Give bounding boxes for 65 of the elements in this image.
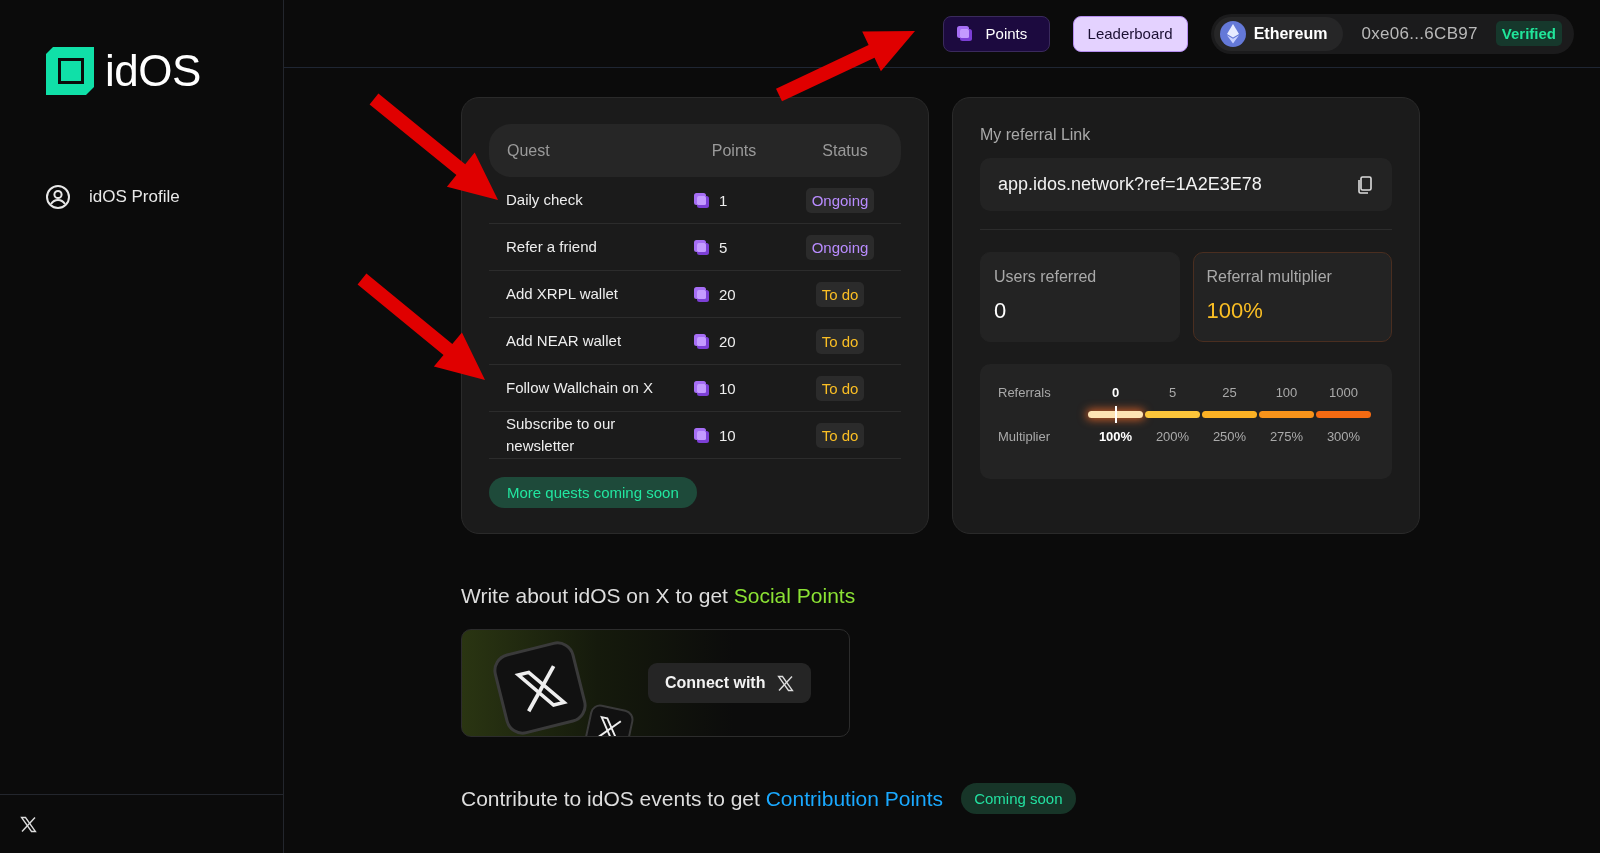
points-value: 1 bbox=[719, 191, 728, 209]
points-value: 20 bbox=[719, 332, 736, 350]
user-icon bbox=[45, 184, 71, 210]
cube-icon bbox=[955, 24, 974, 43]
tier-multiplier: 275% bbox=[1268, 428, 1305, 444]
tier-referrals: 25 bbox=[1221, 384, 1238, 400]
referral-link-field: app.idos.network?ref=1A2E3E78 bbox=[980, 158, 1392, 211]
status-badge: Ongoing bbox=[805, 234, 875, 260]
cube-icon bbox=[693, 379, 710, 397]
logo-icon bbox=[45, 46, 95, 96]
coming-soon-badge: Coming soon bbox=[961, 783, 1076, 814]
referral-link-label: My referral Link bbox=[980, 126, 1092, 144]
tier-multiplier: 300% bbox=[1325, 428, 1362, 444]
column-header: Quest bbox=[506, 141, 551, 160]
points-value: 20 bbox=[719, 285, 736, 303]
cube-icon bbox=[693, 238, 710, 256]
status-badge: To do bbox=[815, 281, 865, 307]
x-logo-icon[interactable] bbox=[20, 815, 37, 833]
contribution-points-heading: Contribute to idOS events to get Contribution Points bbox=[461, 786, 944, 811]
wallet-pill[interactable]: Ethereum 0xe06...6CB97 Verified bbox=[1210, 13, 1574, 54]
stat-value: 100% bbox=[1206, 298, 1264, 324]
stat-value: 0 bbox=[994, 298, 1008, 324]
row-label: Referrals bbox=[998, 384, 1052, 400]
points-value: 10 bbox=[719, 426, 736, 444]
cube-icon bbox=[693, 285, 710, 303]
ethereum-icon bbox=[1219, 20, 1246, 47]
nav-button[interactable]: Points bbox=[942, 15, 1050, 52]
stat-label: Users referred bbox=[994, 268, 1098, 286]
status-badge: To do bbox=[815, 328, 865, 354]
social-points-heading: Write about idOS on X to get Social Points bbox=[461, 584, 857, 608]
quest-name: Daily check bbox=[505, 190, 584, 210]
stat-label: Referral multiplier bbox=[1206, 268, 1333, 286]
x-logo-icon bbox=[777, 674, 795, 692]
quest-name: Add XRPL wallet bbox=[505, 284, 619, 304]
logo-text: idOS bbox=[105, 46, 201, 96]
cube-icon bbox=[693, 332, 710, 350]
quest-name: Add NEAR wallet bbox=[505, 331, 623, 351]
column-header: Points bbox=[710, 141, 758, 160]
sidebar-item[interactable]: idOS Profile bbox=[45, 184, 283, 210]
cube-icon bbox=[693, 191, 710, 209]
points-value: 5 bbox=[719, 238, 728, 256]
cube-icon bbox=[693, 426, 710, 444]
points-value: 10 bbox=[719, 379, 736, 397]
column-header: Status bbox=[821, 141, 869, 160]
status-badge: Ongoing bbox=[805, 187, 875, 213]
tier-multiplier: 100% bbox=[1097, 428, 1134, 444]
copy-icon[interactable] bbox=[1356, 175, 1374, 194]
tier-referrals: 100 bbox=[1274, 384, 1299, 400]
verified-badge: Verified bbox=[1495, 21, 1562, 46]
tier-referrals: 1000 bbox=[1328, 384, 1359, 400]
status-badge: To do bbox=[815, 422, 865, 448]
quest-name: Follow Wallchain on X bbox=[505, 378, 654, 398]
tier-referrals: 5 bbox=[1167, 384, 1178, 400]
quest-name: Subscribe to our newsletter bbox=[505, 414, 617, 456]
status-badge: To do bbox=[815, 375, 865, 401]
network-chip[interactable]: Ethereum bbox=[1213, 16, 1344, 51]
tier-multiplier: 200% bbox=[1154, 428, 1191, 444]
nav-button[interactable]: Leaderboard bbox=[1072, 15, 1188, 52]
more-quests-badge: More quests coming soon bbox=[489, 477, 697, 508]
tier-multiplier: 250% bbox=[1211, 428, 1248, 444]
quest-name: Refer a friend bbox=[505, 237, 598, 257]
tier-referrals: 0 bbox=[1110, 384, 1121, 400]
wallet-address: 0xe06...6CB97 bbox=[1361, 23, 1478, 44]
row-label: Multiplier bbox=[998, 428, 1051, 444]
connect-with-x-button[interactable]: Connect with bbox=[648, 663, 812, 703]
